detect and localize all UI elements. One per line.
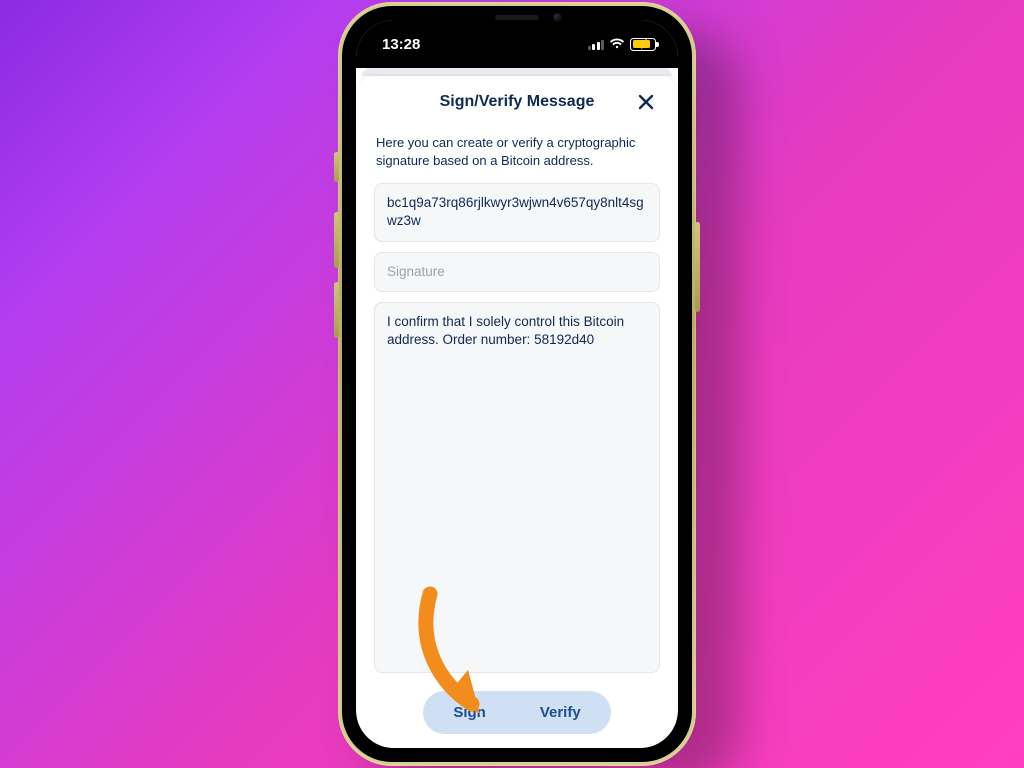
intro-text: Here you can create or verify a cryptogr…: [376, 134, 658, 169]
battery-charging-icon: ⚡: [630, 38, 656, 51]
cellular-signal-icon: [588, 39, 605, 50]
status-time: 13:28: [382, 36, 420, 53]
sheet-backdrop: [362, 68, 672, 76]
status-right: ⚡: [588, 38, 657, 51]
sign-verify-sheet: Sign/Verify Message Here you can create …: [358, 76, 676, 748]
phone-volume-down: [334, 282, 339, 338]
wifi-icon: [609, 38, 625, 50]
close-icon: [638, 94, 654, 110]
phone-mockup: 13:28 ⚡ Sign/Verify Message: [338, 2, 696, 766]
address-input[interactable]: bc1q9a73rq86rjlkwyr3wjwn4v657qy8nlt4sgwz…: [374, 183, 660, 241]
phone-bezel: 13:28 ⚡ Sign/Verify Message: [342, 6, 692, 762]
sign-verify-segmented: Sign Verify: [423, 691, 610, 734]
phone-power-button: [695, 222, 700, 312]
phone-volume-up: [334, 212, 339, 268]
sign-button[interactable]: Sign: [427, 695, 512, 730]
signature-input[interactable]: Signature: [374, 252, 660, 292]
sheet-header: Sign/Verify Message: [374, 80, 660, 124]
verify-button[interactable]: Verify: [514, 695, 607, 730]
message-textarea[interactable]: I confirm that I solely control this Bit…: [374, 302, 660, 673]
action-row: Sign Verify: [374, 691, 660, 734]
sheet-title: Sign/Verify Message: [440, 93, 595, 111]
phone-screen: 13:28 ⚡ Sign/Verify Message: [356, 20, 678, 748]
close-button[interactable]: [632, 88, 660, 116]
phone-mute-switch: [334, 152, 339, 182]
phone-notch: [438, 6, 596, 34]
